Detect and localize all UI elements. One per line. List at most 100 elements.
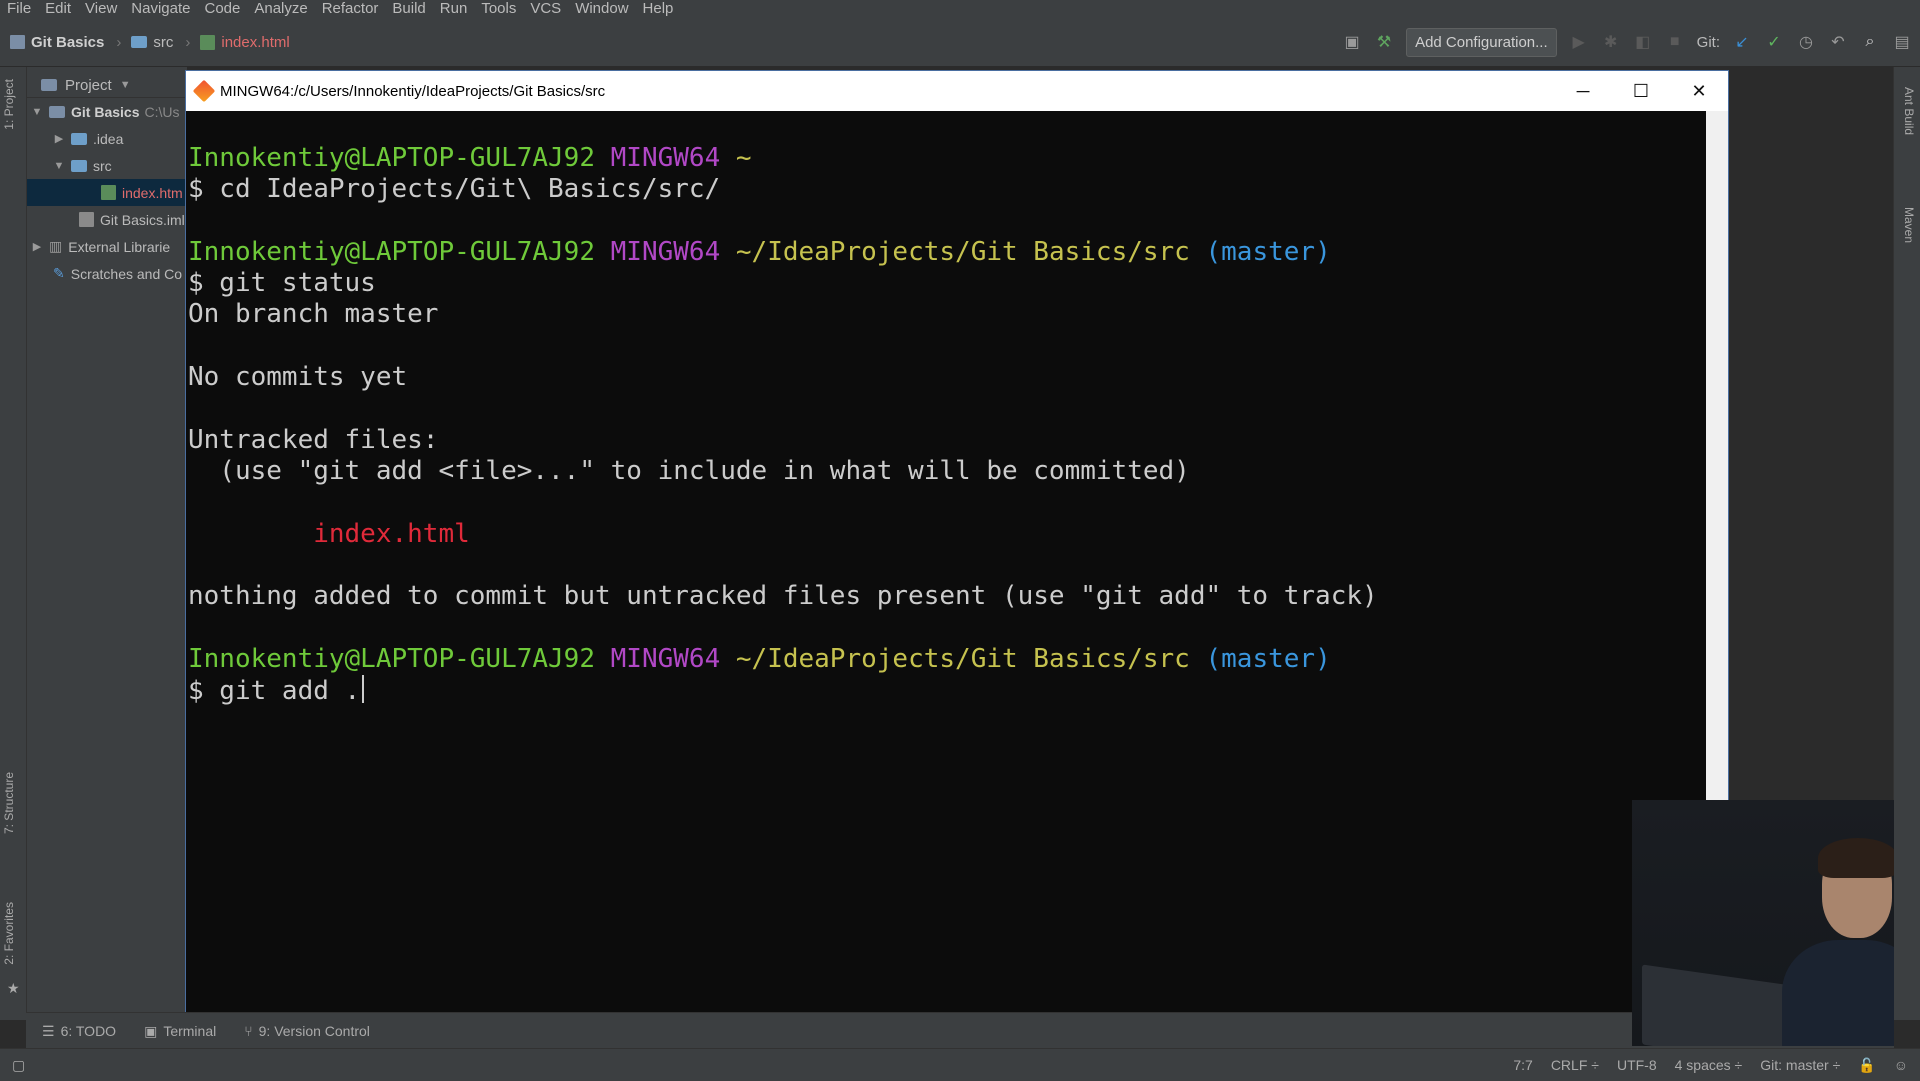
output-line: Untracked files: [188, 424, 439, 455]
left-tool-strip: 1: Project 7: Structure 2: Favorites ★ [0, 67, 27, 1020]
breadcrumb-folder[interactable]: src › [131, 34, 190, 51]
breadcrumb-project[interactable]: Git Basics › [10, 34, 121, 51]
tree-item-external-libraries[interactable]: ▶ ▥ External Librarie [27, 233, 187, 260]
tab-ant-build[interactable]: Ant Build [1902, 87, 1916, 135]
navigation-toolbar: Git Basics › src › index.html ▣ ⚒ Add Co… [0, 17, 1920, 67]
tree-item-src[interactable]: ▼ src [27, 152, 187, 179]
menu-file[interactable]: File [0, 0, 38, 17]
output-line: (use "git add <file>..." to include in w… [188, 455, 1190, 486]
folder-icon [71, 132, 87, 145]
coverage-icon[interactable]: ◧ [1633, 32, 1653, 52]
mingw64-terminal-window[interactable]: MINGW64:/c/Users/Innokentiy/IdeaProjects… [185, 70, 1729, 1020]
git-label: Git: [1696, 33, 1720, 51]
ide-features-icon[interactable]: ▤ [1892, 32, 1912, 52]
tree-item-label: index.htm [122, 184, 183, 201]
file-encoding[interactable]: UTF-8 [1617, 1057, 1657, 1073]
tab-todo[interactable]: ☰ 6: TODO [42, 1023, 116, 1040]
git-commit-icon[interactable]: ✓ [1764, 32, 1784, 52]
breadcrumb-project-label: Git Basics [31, 33, 105, 51]
menu-code[interactable]: Code [197, 0, 247, 17]
stop-icon[interactable]: ■ [1665, 32, 1685, 52]
inspector-icon[interactable]: ☺ [1894, 1057, 1908, 1073]
tree-item-label: Git Basics [71, 103, 140, 120]
git-logo-icon [192, 79, 216, 103]
tree-item-label: Scratches and Co [70, 265, 183, 282]
menu-run[interactable]: Run [433, 0, 475, 17]
lock-icon[interactable]: 🔓 [1858, 1057, 1875, 1074]
prompt-user-host: Innokentiy@LAPTOP-GUL7AJ92 [188, 236, 595, 267]
prompt-branch: (master) [1205, 643, 1331, 674]
prompt-shell: MINGW64 [610, 143, 721, 173]
menu-tools[interactable]: Tools [474, 0, 523, 17]
tab-label: Terminal [163, 1023, 217, 1039]
laptop-image [1642, 964, 1792, 1046]
rollback-icon[interactable]: ↶ [1828, 32, 1848, 52]
debug-icon[interactable]: ✱ [1601, 32, 1621, 52]
add-configuration-button[interactable]: Add Configuration... [1406, 27, 1557, 57]
presenter-hair [1818, 838, 1894, 878]
expanded-arrow-icon[interactable]: ▼ [53, 160, 65, 172]
tree-item-label: .idea [93, 130, 124, 147]
tab-structure[interactable]: 7: Structure [2, 772, 16, 834]
text-cursor [362, 675, 365, 704]
tab-version-control[interactable]: ⑂ 9: Version Control [244, 1023, 370, 1039]
tree-item-idea[interactable]: ▶ .idea [27, 125, 187, 152]
untracked-file: index.html [188, 518, 470, 549]
output-line: On branch master [188, 299, 439, 330]
indent-setting[interactable]: 4 spaces ÷ [1675, 1057, 1743, 1073]
iml-file-icon [79, 212, 94, 227]
close-button[interactable]: ✕ [1670, 71, 1728, 111]
window-icon[interactable]: ▣ [1342, 32, 1362, 52]
status-bar: ▢ 7:7 CRLF ÷ UTF-8 4 spaces ÷ Git: maste… [0, 1048, 1920, 1081]
maximize-button[interactable]: ☐ [1612, 71, 1670, 111]
tree-item-git-basics[interactable]: ▼ Git Basics C:\Us [27, 98, 187, 125]
terminal-output[interactable]: Innokentiy@LAPTOP-GUL7AJ92 MINGW64 ~ $ c… [186, 111, 1706, 1019]
tab-terminal[interactable]: ▣ Terminal [144, 1023, 216, 1040]
git-update-icon[interactable]: ↙ [1732, 32, 1752, 52]
line-separator[interactable]: CRLF ÷ [1551, 1057, 1599, 1073]
collapsed-arrow-icon[interactable]: ▶ [31, 240, 43, 253]
tool-windows-icon[interactable]: ▢ [12, 1057, 25, 1074]
folder-icon [71, 159, 87, 172]
branch-icon: ⑂ [244, 1023, 253, 1039]
history-icon[interactable]: ◷ [1796, 32, 1816, 52]
search-icon[interactable]: ⌕ [1860, 32, 1880, 52]
breadcrumb: Git Basics › src › index.html [10, 17, 300, 67]
module-folder-icon [49, 105, 65, 118]
terminal-title-bar[interactable]: MINGW64:/c/Users/Innokentiy/IdeaProjects… [186, 71, 1728, 111]
menu-view[interactable]: View [78, 0, 124, 17]
tab-maven[interactable]: Maven [1902, 207, 1916, 243]
run-icon[interactable]: ▶ [1569, 32, 1589, 52]
chevron-down-icon[interactable]: ▼ [120, 79, 131, 91]
menu-refactor[interactable]: Refactor [315, 0, 386, 17]
tree-item-index-html[interactable]: index.htm [27, 179, 187, 206]
prompt-user-host: Innokentiy@LAPTOP-GUL7AJ92 [188, 143, 595, 173]
menu-window[interactable]: Window [568, 0, 635, 17]
html-file-icon [200, 34, 216, 50]
git-branch-widget[interactable]: Git: master ÷ [1760, 1057, 1840, 1073]
menu-edit[interactable]: Edit [38, 0, 78, 17]
collapsed-arrow-icon[interactable]: ▶ [53, 132, 65, 145]
menu-navigate[interactable]: Navigate [124, 0, 197, 17]
project-panel-header[interactable]: Project ▼ [27, 73, 187, 98]
bottom-tool-tabs: ☰ 6: TODO ▣ Terminal ⑂ 9: Version Contro… [26, 1012, 1894, 1049]
tree-item-label: src [93, 157, 112, 174]
build-hammer-icon[interactable]: ⚒ [1374, 32, 1394, 52]
menu-analyze[interactable]: Analyze [247, 0, 314, 17]
project-panel-title: Project [65, 76, 112, 94]
caret-position[interactable]: 7:7 [1513, 1057, 1532, 1073]
breadcrumb-file[interactable]: index.html [200, 34, 290, 51]
menu-build[interactable]: Build [385, 0, 432, 17]
command-input[interactable]: $ git add . [188, 676, 360, 706]
tree-item-scratches[interactable]: ✎ Scratches and Co [27, 260, 187, 287]
tab-project[interactable]: 1: Project [2, 79, 16, 130]
output-line: No commits yet [188, 362, 408, 393]
expanded-arrow-icon[interactable]: ▼ [31, 106, 43, 118]
menu-help[interactable]: Help [636, 0, 681, 17]
menu-vcs[interactable]: VCS [523, 0, 568, 17]
minimize-button[interactable]: ─ [1554, 71, 1612, 111]
project-tree: ▼ Git Basics C:\Us ▶ .idea ▼ src index.h… [27, 98, 187, 287]
tree-item-iml[interactable]: Git Basics.iml [27, 206, 187, 233]
tab-favorites[interactable]: 2: Favorites [2, 902, 16, 965]
breadcrumb-folder-label: src [153, 33, 174, 51]
